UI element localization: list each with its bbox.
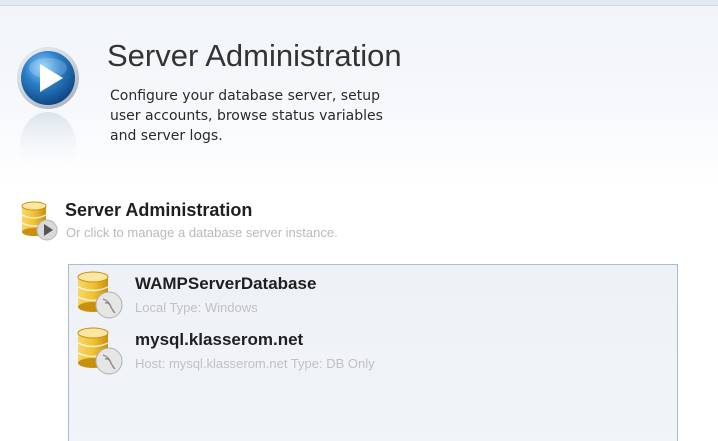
server-instance-mysql-klasserom[interactable]: mysql.klasserom.net Host: mysql.klassero… [69,321,677,375]
section-subtitle: Or click to manage a database server ins… [66,225,338,240]
description-line: user accounts, browse status variables [110,108,383,124]
server-instance-wampserverdatabase[interactable]: WAMPServerDatabase Local Type: Windows [69,265,677,319]
page-description: Configure your database server, setup us… [110,86,470,146]
play-circle-icon[interactable] [16,46,80,176]
description-line: Configure your database server, setup [110,88,380,104]
instance-details: Host: mysql.klasserom.net Type: DB Only [135,356,375,371]
database-dolphin-icon [77,271,123,319]
header-panel: Server Administration Configure your dat… [0,6,718,186]
section-title[interactable]: Server Administration [65,200,252,221]
database-play-icon [21,201,58,241]
instance-details: Local Type: Windows [135,300,258,315]
page-title: Server Administration [107,38,402,73]
description-line: and server logs. [110,128,223,144]
server-admin-page: Server Administration Configure your dat… [0,0,718,441]
database-dolphin-icon [77,327,123,375]
server-instance-list: WAMPServerDatabase Local Type: Windows m… [68,264,678,441]
instance-name: mysql.klasserom.net [135,330,304,349]
instance-name: WAMPServerDatabase [135,274,317,293]
